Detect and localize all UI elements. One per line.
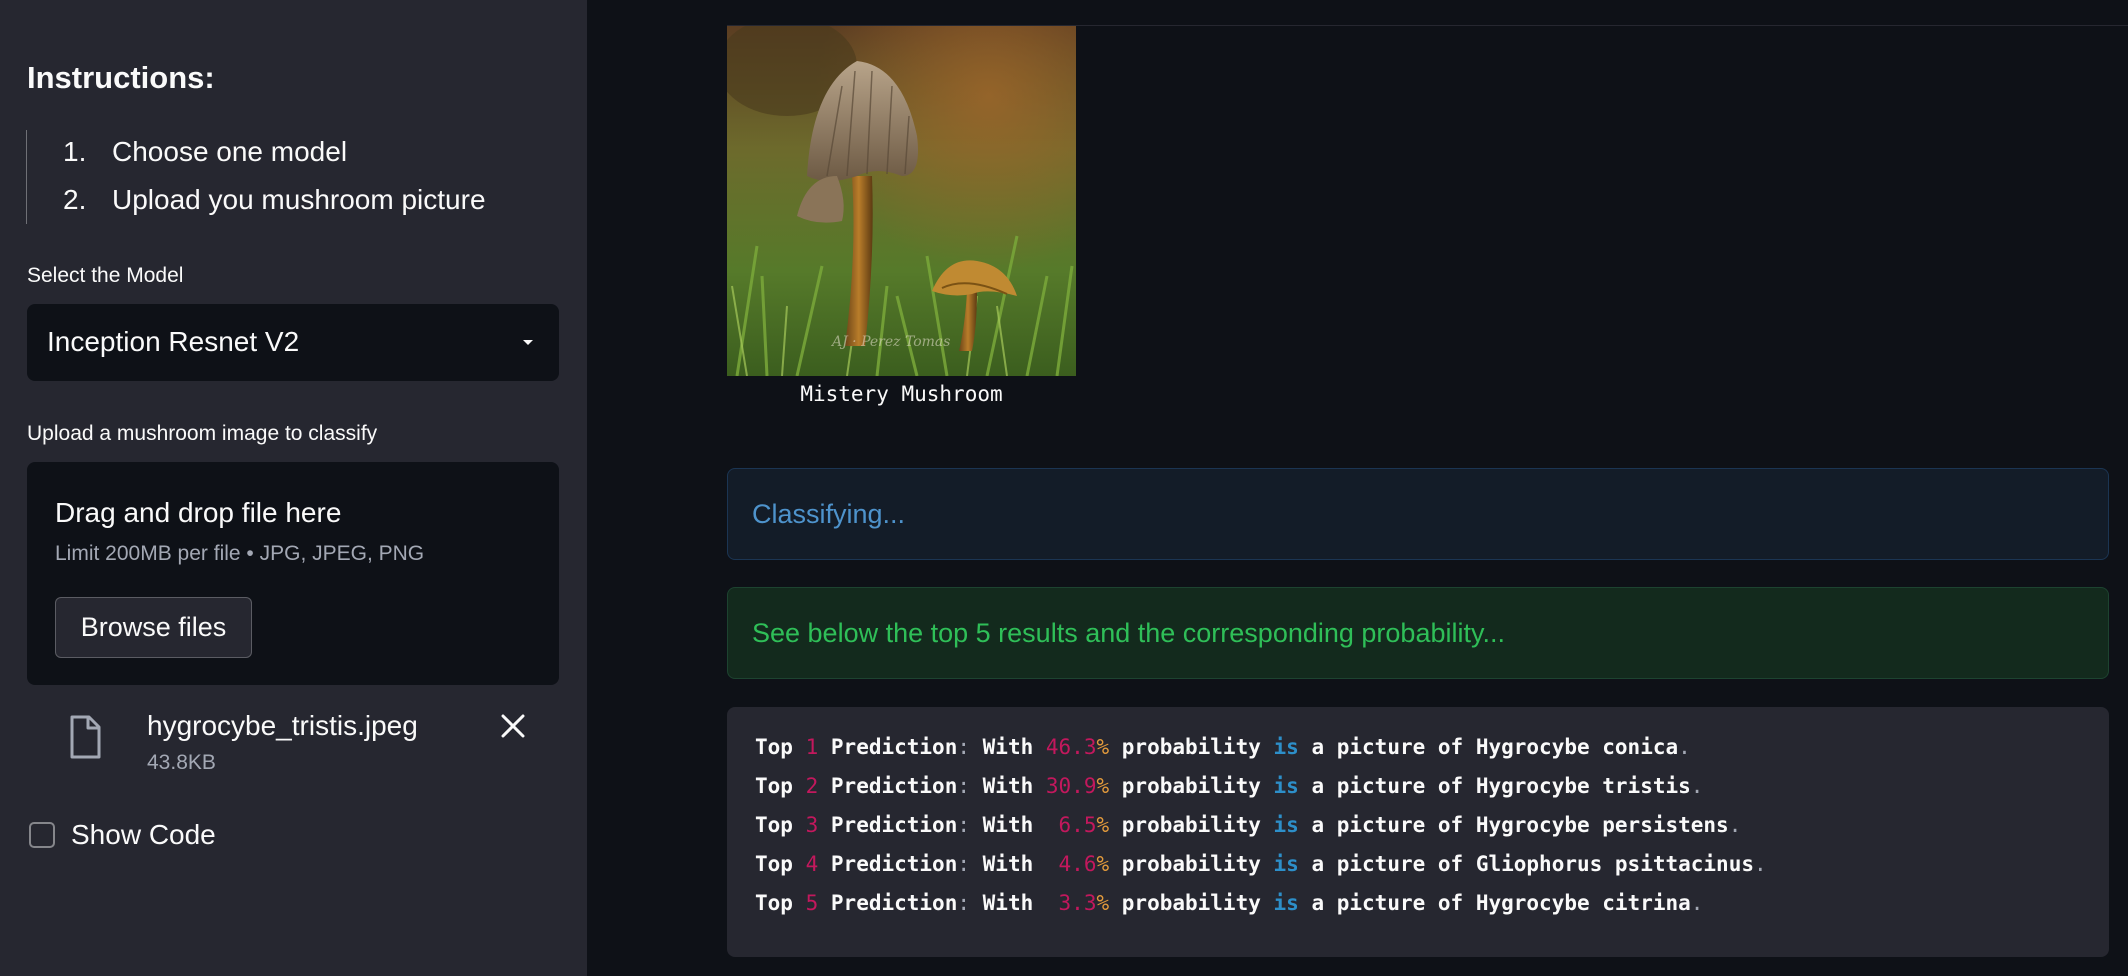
mushroom-photo: AJ · Perez Tomas bbox=[727, 26, 1076, 376]
dropzone-title: Drag and drop file here bbox=[55, 497, 342, 528]
prediction-line: Top 2 Prediction: With 30.9% probability… bbox=[755, 774, 1704, 798]
close-icon[interactable] bbox=[497, 710, 529, 742]
prediction-probability: 30.9 bbox=[1045, 774, 1097, 798]
file-size: 43.8KB bbox=[147, 751, 216, 774]
predictions-output: Top 1 Prediction: With 46.3% probability… bbox=[727, 707, 2109, 957]
prediction-species: Hygrocybe conica bbox=[1475, 735, 1679, 759]
watermark-text: AJ · Perez Tomas bbox=[830, 334, 950, 350]
prediction-species: Hygrocybe persistens bbox=[1475, 813, 1729, 837]
prediction-rank: 5 bbox=[805, 891, 819, 915]
dropzone-limit: Limit 200MB per file • JPG, JPEG, PNG bbox=[55, 542, 425, 565]
info-alert: Classifying... bbox=[727, 468, 2109, 560]
prediction-species: Gliophorus psittacinus bbox=[1475, 852, 1754, 876]
app-root: Instructions: 1. Choose one model 2. Upl… bbox=[0, 0, 2128, 976]
prediction-rank: 1 bbox=[805, 735, 819, 759]
browse-files-button[interactable]: Browse files bbox=[55, 597, 252, 658]
upload-label: Upload a mushroom image to classify bbox=[27, 422, 378, 445]
step-text: Upload you mushroom picture bbox=[112, 184, 486, 215]
prediction-rank: 4 bbox=[805, 852, 819, 876]
prediction-line: Top 1 Prediction: With 46.3% probability… bbox=[755, 735, 1691, 759]
show-code-label: Show Code bbox=[71, 819, 216, 850]
model-select[interactable]: Inception Resnet V2 bbox=[27, 304, 559, 381]
show-code-checkbox[interactable] bbox=[29, 822, 55, 848]
file-icon bbox=[70, 715, 101, 759]
prediction-probability: 4.6 bbox=[1045, 852, 1097, 876]
prediction-species: Hygrocybe tristis bbox=[1475, 774, 1691, 798]
prediction-rank: 2 bbox=[805, 774, 819, 798]
prediction-line: Top 3 Prediction: With 6.5% probability … bbox=[755, 813, 1742, 837]
image-caption: Mistery Mushroom bbox=[800, 382, 1003, 406]
prediction-rank: 3 bbox=[805, 813, 819, 837]
chevron-down-icon bbox=[523, 340, 533, 345]
model-select-label: Select the Model bbox=[27, 264, 184, 287]
sidebar: Instructions: 1. Choose one model 2. Upl… bbox=[0, 0, 587, 976]
file-dropzone[interactable]: Drag and drop file here Limit 200MB per … bbox=[27, 462, 559, 685]
model-select-value: Inception Resnet V2 bbox=[47, 326, 300, 357]
prediction-line: Top 5 Prediction: With 3.3% probability … bbox=[755, 891, 1704, 915]
prediction-probability: 3.3 bbox=[1045, 891, 1097, 915]
main-content: AJ · Perez Tomas Mistery Mushroom Classi… bbox=[587, 0, 2128, 976]
file-name: hygrocybe_tristis.jpeg bbox=[147, 710, 418, 741]
prediction-species: Hygrocybe citrina bbox=[1475, 891, 1691, 915]
success-alert: See below the top 5 results and the corr… bbox=[727, 587, 2109, 679]
prediction-line: Top 4 Prediction: With 4.6% probability … bbox=[755, 852, 1767, 876]
uploaded-file: hygrocybe_tristis.jpeg 43.8KB bbox=[27, 695, 559, 787]
step-text: Choose one model bbox=[112, 136, 348, 167]
instructions-list: 1. Choose one model 2. Upload you mushro… bbox=[26, 130, 546, 224]
step-number: 1. bbox=[63, 136, 87, 167]
step-number: 2. bbox=[63, 184, 87, 215]
prediction-probability: 6.5 bbox=[1045, 813, 1097, 837]
prediction-probability: 46.3 bbox=[1045, 735, 1097, 759]
instructions-title: Instructions: bbox=[27, 60, 215, 95]
